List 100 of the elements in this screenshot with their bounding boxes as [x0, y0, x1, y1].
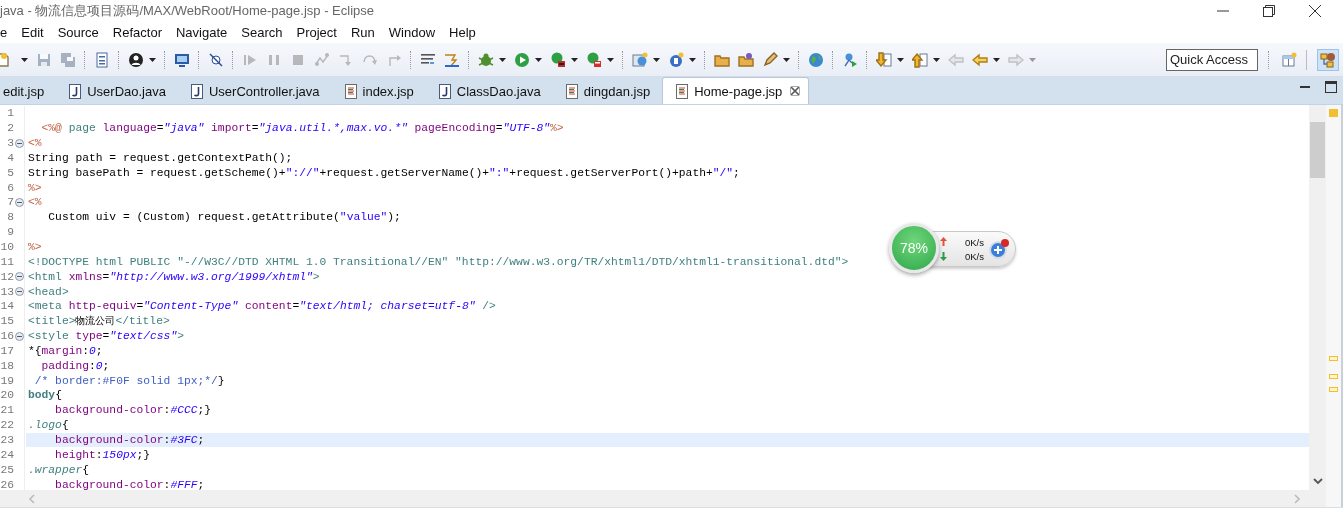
upload-arrow-icon: [940, 237, 947, 246]
line-number: 14: [0, 300, 14, 313]
menu-item[interactable]: Refactor: [105, 25, 169, 40]
menu-item[interactable]: e: [0, 25, 15, 40]
editor-tab[interactable]: ClassDao.java: [425, 78, 553, 104]
maximize-icon[interactable]: [1325, 80, 1337, 93]
up-arrow-icon[interactable]: [912, 51, 928, 68]
line-number: 24: [0, 448, 14, 461]
code-line: height:150px;}: [54, 448, 151, 461]
play-icon[interactable]: [514, 51, 530, 68]
annotation-marker[interactable]: [1329, 387, 1338, 392]
code-line: String path = request.getContextPath();: [27, 151, 293, 164]
code-line: .wrapper{: [27, 463, 89, 476]
editor-tab[interactable]: Home-page.jsp: [662, 77, 810, 104]
close-icon[interactable]: [1309, 5, 1321, 17]
bug-icon[interactable]: [478, 51, 494, 68]
editor-tab[interactable]: index.jsp: [331, 78, 426, 104]
code-line: /* border:#F0F solid 1px;*/}: [33, 374, 225, 387]
line-number: 9: [6, 226, 14, 239]
code-line: <style type="text/css">: [27, 330, 184, 343]
scroll-down-icon[interactable]: [1312, 477, 1323, 485]
line-number: 19: [0, 374, 14, 387]
line-number: 4: [6, 151, 14, 164]
binary-file-icon[interactable]: [94, 51, 110, 68]
code-line: <meta http-equiv="Content-Type" content="text/html; charset=utf-8" />: [27, 300, 496, 313]
line-number: 23: [0, 434, 14, 446]
code-line: background-color:#CCC;}: [54, 404, 212, 417]
step-filter-icon[interactable]: [444, 51, 460, 68]
caret-icon[interactable]: [653, 57, 660, 62]
line-number: 10: [0, 241, 14, 253]
caret-icon[interactable]: [571, 57, 578, 62]
editor-tab[interactable]: dingdan.jsp: [552, 78, 663, 104]
globe-icon[interactable]: [808, 51, 824, 68]
download-arrow-icon: [940, 252, 947, 261]
code-line: <html xmlns="http://www.w3.org/1999/xhtml">: [27, 270, 320, 283]
jsp-file-icon: [676, 83, 689, 99]
editor-tab[interactable]: edit.jsp: [0, 78, 57, 104]
run-tool-icon[interactable]: [842, 51, 858, 68]
collapse-icon[interactable]: [14, 198, 24, 207]
scrollbar-thumb[interactable]: [1310, 122, 1325, 178]
external-tools-icon[interactable]: [586, 51, 602, 68]
restore-icon[interactable]: [1263, 5, 1275, 17]
caret-icon[interactable]: [149, 57, 156, 62]
close-icon[interactable]: [790, 86, 801, 96]
caret-icon[interactable]: [993, 57, 1000, 62]
code-line: <%@ page language="java" import="java.util.*,max.vo.*" pageEncoding="UTF-8"%>: [40, 122, 564, 135]
caret-icon[interactable]: [689, 57, 696, 62]
java-ee-perspective-button[interactable]: [1317, 48, 1339, 71]
code-line: background-color:#3FC;: [54, 434, 205, 446]
collapse-icon[interactable]: [14, 331, 24, 341]
annotation-marker[interactable]: [1329, 109, 1338, 117]
quick-access-field[interactable]: Quick Access: [1166, 48, 1258, 71]
menu-item[interactable]: Project: [289, 25, 344, 40]
line-number: 26: [0, 478, 14, 490]
menu-item[interactable]: Navigate: [169, 25, 235, 40]
back-arrow-icon[interactable]: [972, 51, 988, 68]
menu-item[interactable]: Source: [50, 25, 106, 40]
caret-icon[interactable]: [499, 57, 506, 62]
collapse-icon[interactable]: [14, 287, 24, 297]
down-arrow-icon[interactable]: [876, 51, 892, 68]
menu-item[interactable]: Help: [442, 25, 483, 40]
caret-icon[interactable]: [783, 57, 790, 62]
annotation-marker[interactable]: [1329, 356, 1338, 361]
caret-icon[interactable]: [897, 57, 904, 62]
monitor-icon[interactable]: [174, 51, 190, 68]
line-number: 13: [0, 285, 14, 298]
upload-speed: 0K/s: [965, 236, 984, 248]
server-icon[interactable]: [632, 51, 648, 68]
line-number: 22: [0, 419, 14, 432]
collapse-icon[interactable]: [14, 138, 24, 148]
collapse-icon[interactable]: [14, 272, 24, 282]
menu-item[interactable]: Run: [343, 25, 382, 40]
caret-icon[interactable]: [21, 57, 28, 62]
editor-tab[interactable]: UserController.java: [177, 78, 332, 104]
crossed-dot-icon[interactable]: [208, 51, 224, 68]
caret-icon[interactable]: [933, 57, 940, 62]
code-line: *{margin:0;: [27, 344, 103, 357]
person-icon[interactable]: [128, 51, 144, 68]
java-file-icon: [69, 83, 82, 99]
java-file-icon: [190, 83, 203, 99]
line-number: 12: [0, 270, 14, 283]
caret-icon[interactable]: [535, 57, 542, 62]
menu-item[interactable]: Window: [381, 25, 443, 40]
code-line: <!DOCTYPE html PUBLIC "-//W3C//DTD XHTML 1.0 Transitional//EN" "http://www.w3.org/TR/xhtml1/DTD/xhtml1-transitional.dtd">: [27, 255, 849, 268]
pen-icon[interactable]: [762, 51, 778, 68]
menu-item[interactable]: Edit: [14, 25, 51, 40]
play-coverage-icon[interactable]: [550, 51, 566, 68]
line-number: 25: [0, 463, 14, 476]
code-line: <head>: [27, 285, 69, 298]
folder-icon[interactable]: [738, 51, 754, 68]
line-number: 6: [6, 181, 14, 194]
annotation-marker[interactable]: [1329, 374, 1338, 379]
menu-item[interactable]: Search: [234, 25, 290, 40]
code-line: Custom uiv = (Custom) request.getAttribute("value");: [47, 211, 401, 224]
plus-icon[interactable]: [988, 238, 1010, 260]
code-line: <%: [27, 196, 42, 209]
line-number: 2: [6, 122, 14, 135]
caret-icon[interactable]: [607, 57, 614, 62]
new-class-icon[interactable]: [668, 51, 684, 68]
editor-tab[interactable]: UserDao.java: [56, 78, 178, 104]
